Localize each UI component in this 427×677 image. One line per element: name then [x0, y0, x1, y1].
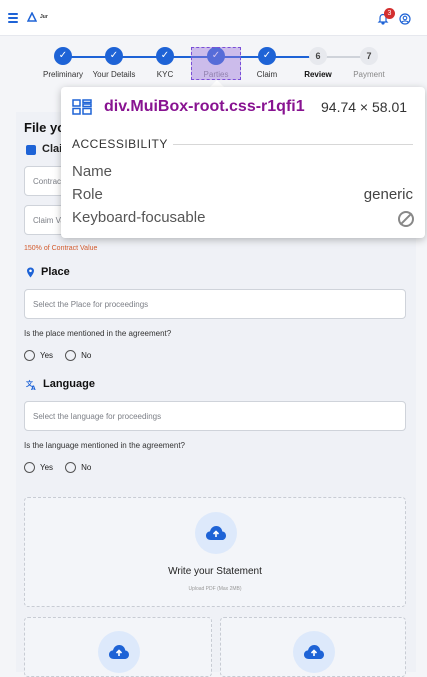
menu-icon[interactable] — [8, 13, 18, 25]
language-question: Is the language mentioned in the agreeme… — [24, 441, 186, 450]
check-icon: ✓ — [156, 47, 174, 65]
option-label: Yes — [40, 463, 54, 472]
inspector-selector: div.MuiBox-root.css-r1qfi1 — [104, 98, 305, 115]
place-no-option[interactable]: No — [65, 350, 91, 361]
step-number: 7 — [360, 47, 378, 65]
inspected-element-highlight — [191, 47, 241, 80]
radio-icon — [65, 350, 77, 361]
step-payment[interactable]: 7 Payment — [339, 47, 399, 79]
statement-upload-title: Write your Statement — [168, 566, 262, 577]
language-heading: 文A Language — [26, 378, 95, 390]
inspector-dimensions: 94.74 × 58.01 — [321, 99, 408, 115]
radio-icon — [24, 462, 35, 473]
document-upload-dropzone-1[interactable] — [24, 617, 212, 677]
top-bar: Jur 3 — [0, 0, 427, 36]
inspector-focusable-label: Keyboard-focusable — [72, 209, 206, 226]
check-icon: ✓ — [258, 47, 276, 65]
option-label: Yes — [40, 351, 54, 360]
account-icon[interactable] — [399, 13, 411, 25]
inspector-section-title: ACCESSIBILITY — [72, 137, 168, 151]
document-upload-dropzone-2[interactable] — [220, 617, 406, 677]
option-label: No — [81, 463, 92, 472]
radio-icon — [24, 350, 35, 361]
language-no-option[interactable]: No — [65, 462, 91, 473]
step-number: 6 — [309, 47, 327, 65]
language-yes-option[interactable]: Yes — [24, 462, 53, 473]
place-select[interactable]: Select the Place for proceedings — [24, 289, 406, 319]
claim-section-label: Clai — [42, 143, 63, 155]
language-radio-group: Yes No — [24, 462, 103, 473]
radio-icon — [65, 462, 77, 473]
notification-badge: 3 — [384, 8, 395, 19]
inspector-name-label: Name — [72, 163, 113, 180]
inspector-tooltip: div.MuiBox-root.css-r1qfi1 94.74 × 58.01… — [61, 87, 425, 238]
location-pin-icon — [27, 267, 34, 277]
option-label: No — [81, 351, 92, 360]
statement-upload-subtitle: Upload PDF (Max 2MB) — [188, 586, 242, 592]
page-title: File yo — [24, 120, 66, 135]
check-icon: ✓ — [105, 47, 123, 65]
claim-icon — [26, 145, 36, 155]
place-yes-option[interactable]: Yes — [24, 350, 53, 361]
place-radio-group: Yes No — [24, 350, 103, 361]
cloud-upload-icon — [293, 631, 335, 673]
cloud-upload-icon — [98, 631, 140, 673]
logo-icon — [27, 12, 37, 22]
place-heading: Place — [26, 266, 70, 278]
statement-upload-dropzone[interactable]: Write your Statement Upload PDF (Max 2MB… — [24, 497, 406, 607]
step-label: Payment — [353, 70, 385, 79]
element-layout-icon — [72, 99, 92, 115]
svg-text:A: A — [31, 385, 36, 390]
cloud-upload-icon — [195, 512, 237, 554]
place-heading-label: Place — [41, 266, 70, 278]
check-icon: ✓ — [54, 47, 72, 65]
language-heading-label: Language — [43, 378, 95, 390]
language-select[interactable]: Select the language for proceedings — [24, 401, 406, 431]
inspector-divider — [173, 144, 413, 145]
logo-text: Jur — [40, 14, 48, 20]
translate-icon: 文A — [26, 379, 36, 390]
inspector-role-value: generic — [363, 186, 413, 203]
inspector-role-label: Role — [72, 186, 103, 203]
place-question: Is the place mentioned in the agreement? — [24, 329, 172, 338]
claim-helper-text: 150% of Contract Value — [24, 245, 98, 252]
not-allowed-icon — [398, 211, 414, 227]
